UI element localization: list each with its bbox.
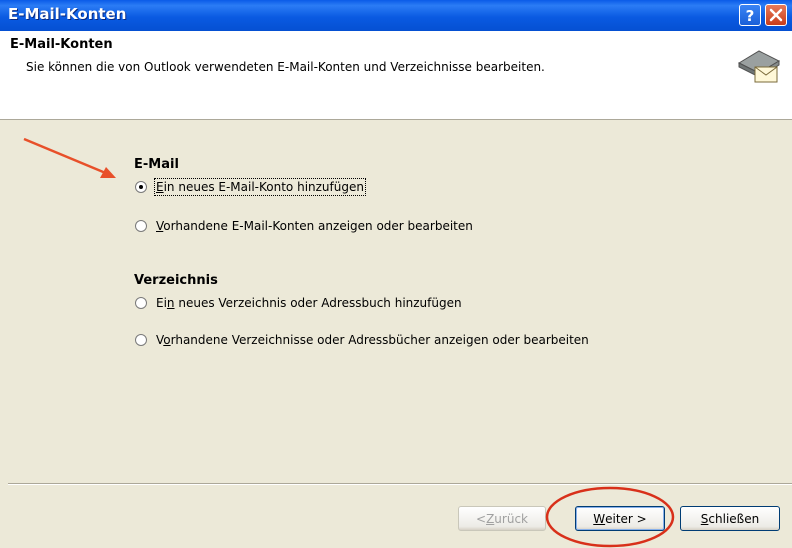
directory-section-heading: Verzeichnis (134, 273, 218, 288)
radio-button[interactable] (135, 297, 147, 309)
footer-separator (8, 483, 792, 485)
radio-label: Ein neues Verzeichnis oder Adressbuch hi… (156, 296, 462, 310)
radio-button-checked[interactable] (135, 181, 147, 193)
radio-label: Ein neues E-Mail-Konto hinzufügen (154, 178, 366, 196)
help-button[interactable]: ? (739, 4, 761, 26)
svg-text:?: ? (746, 7, 755, 25)
wizard-header: E-Mail-Konten Sie können die von Outlook… (0, 31, 792, 120)
close-dialog-button[interactable]: Schließen (680, 506, 780, 531)
radio-view-directories[interactable]: Vorhandene Verzeichnisse oder Adressbüch… (135, 333, 589, 347)
radio-label: Vorhandene E-Mail-Konten anzeigen oder b… (156, 219, 473, 233)
radio-button[interactable] (135, 220, 147, 232)
next-button[interactable]: Weiter > (575, 506, 665, 531)
header-title: E-Mail-Konten (10, 37, 113, 52)
title-bar: E-Mail-Konten ? (0, 0, 792, 31)
header-subtitle: Sie können die von Outlook verwendeten E… (26, 60, 545, 74)
window-title: E-Mail-Konten (8, 5, 127, 23)
radio-button[interactable] (135, 334, 147, 346)
radio-add-email-account[interactable]: Ein neues E-Mail-Konto hinzufügen (135, 178, 366, 196)
radio-label: Vorhandene Verzeichnisse oder Adressbüch… (156, 333, 589, 347)
radio-view-email-accounts[interactable]: Vorhandene E-Mail-Konten anzeigen oder b… (135, 219, 473, 233)
close-button[interactable] (765, 4, 787, 26)
radio-add-directory[interactable]: Ein neues Verzeichnis oder Adressbuch hi… (135, 296, 462, 310)
back-button[interactable]: < Zurück (458, 506, 546, 531)
mail-accounts-icon (737, 50, 781, 83)
close-x-icon (769, 8, 783, 22)
annotation-arrow (23, 137, 116, 178)
question-mark-icon: ? (746, 7, 755, 25)
email-section-heading: E-Mail (134, 157, 179, 172)
